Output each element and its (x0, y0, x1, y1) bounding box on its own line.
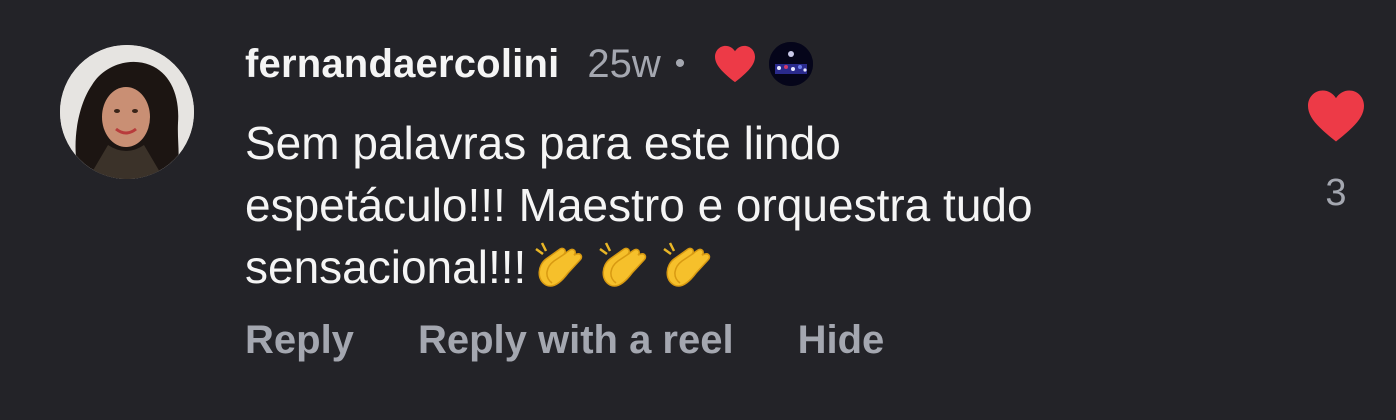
creator-avatar (769, 42, 814, 86)
clapping-hands-icon (596, 237, 654, 289)
reply-with-reel-button[interactable]: Reply with a reel (418, 318, 734, 363)
avatar-image (60, 45, 194, 179)
clapping-hands-icon (532, 237, 590, 289)
comment-text-line-3: sensacional!!! (245, 241, 527, 293)
separator-dot: • (674, 47, 686, 80)
like-section: 3 (1300, 88, 1372, 215)
clapping-hands-icon (660, 237, 718, 289)
reply-button[interactable]: Reply (245, 318, 354, 363)
avatar[interactable] (60, 45, 194, 179)
comment-text: Sem palavras para este lindo espetáculo!!… (245, 112, 1255, 298)
timestamp: 25w (587, 41, 661, 86)
hide-button[interactable]: Hide (798, 318, 885, 363)
comment-text-line-1: Sem palavras para este lindo (245, 117, 841, 169)
creator-liked-heart-icon (715, 45, 756, 83)
like-count[interactable]: 3 (1325, 172, 1346, 215)
comment-text-line-2: espetáculo!!! Maestro e orquestra tudo (245, 179, 1033, 231)
like-heart-icon[interactable] (1305, 88, 1367, 144)
comment-header: fernandaercolini 25w • (245, 36, 814, 92)
username[interactable]: fernandaercolini (245, 42, 559, 87)
creator-avatar-image (769, 42, 814, 86)
comment-actions: Reply Reply with a reel Hide (245, 318, 948, 363)
comment: fernandaercolini 25w • Sem palavras para… (0, 0, 1396, 420)
